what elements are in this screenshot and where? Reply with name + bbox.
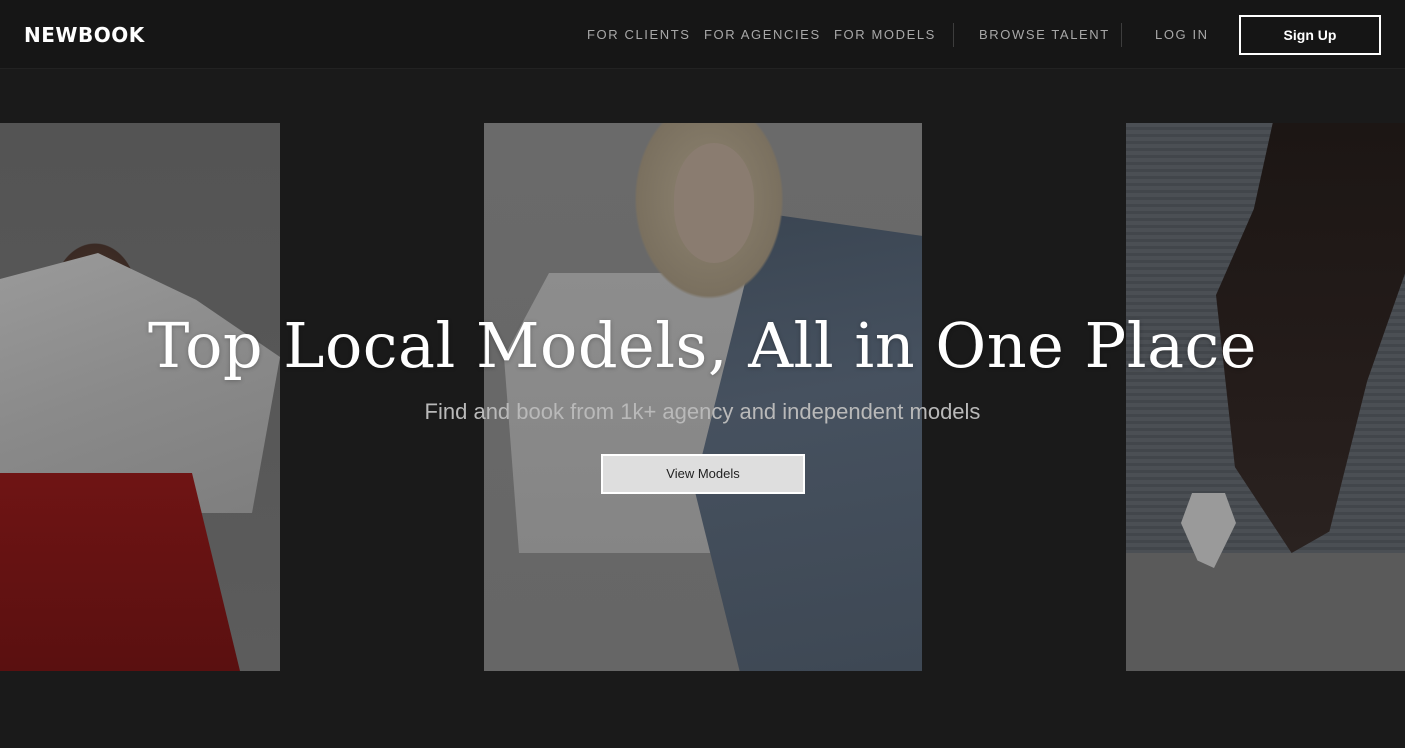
sign-up-button[interactable]: Sign Up [1239,15,1381,55]
site-header: NEWBOOK FOR CLIENTS FOR AGENCIES FOR MOD… [0,0,1405,69]
nav-for-models[interactable]: FOR MODELS [834,27,936,43]
nav-log-in[interactable]: LOG IN [1155,27,1209,43]
nav-divider [1121,23,1122,47]
nav-for-clients[interactable]: FOR CLIENTS [587,27,691,43]
nav-browse-talent[interactable]: BROWSE TALENT [979,27,1110,43]
model-photo-center [484,123,922,671]
model-photo-left [0,123,280,671]
hero-title: Top Local Models, All in One Place [148,309,1257,382]
nav-divider [953,23,954,47]
photo-detail [1126,553,1405,671]
nav-for-agencies[interactable]: FOR AGENCIES [704,27,821,43]
hero-subtitle: Find and book from 1k+ agency and indepe… [424,399,981,424]
photo-detail [674,143,754,263]
model-photo-right [1126,123,1405,671]
newbook-logo[interactable]: NEWBOOK [24,22,145,48]
view-models-button[interactable]: View Models [601,454,805,494]
landing-page: NEWBOOK FOR CLIENTS FOR AGENCIES FOR MOD… [0,0,1405,748]
